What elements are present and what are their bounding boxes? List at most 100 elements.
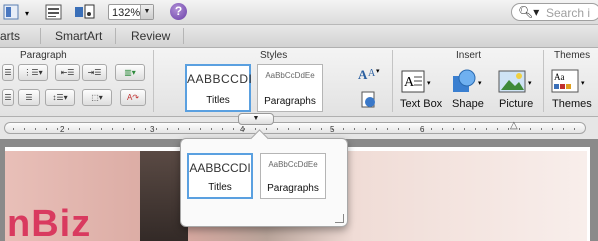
tab-charts[interactable]: arts [0,29,20,43]
style-manager-button[interactable] [360,90,378,110]
ruler-tick [541,128,542,130]
ruler-tick [310,128,311,130]
ruler-tick [24,128,25,130]
align-button[interactable]: ☰ [2,89,14,106]
ruler-tick [178,128,179,130]
ruler-tick [376,128,377,130]
style-paragraphs[interactable]: AaBbCcDdEe Paragraphs [257,64,323,112]
popover-titles-label: Titles [208,182,232,193]
ruler-tick [288,128,289,130]
ruler-tick [431,128,432,130]
tab-review[interactable]: Review [131,29,170,43]
ruler-tick [464,128,465,130]
ruler-tick [508,128,509,130]
horizontal-ruler[interactable]: 2 3 4 5 6 △ [0,117,598,139]
style-titles-preview: AABBCCDI [187,72,253,86]
ruler-tick [134,128,135,130]
popover-paragraphs-label: Paragraphs [267,183,319,194]
ruler-tick [530,128,531,130]
numbering-button[interactable]: ⋮☰▾ [18,64,48,81]
indent-icon: ⇥☰ [87,68,102,77]
ruler-tick [222,128,223,130]
ribbon: Paragraph Styles Insert Themes ☰ ⋮☰▾ ⇤☰ … [0,48,598,117]
ruler-tick [552,128,553,130]
search-icon[interactable]: 🔍︎▾ [518,5,539,19]
popover-style-titles[interactable]: AABBCCDI Titles [187,153,253,199]
borders-button[interactable]: ⬚▾ [82,89,112,106]
ruler-tick [13,128,14,130]
ruler-tick [90,128,91,130]
change-styles-button[interactable]: A A ▾ [357,64,383,84]
ruler-tick [398,128,399,130]
tab-smartart[interactable]: SmartArt [55,29,102,43]
svg-text:A: A [404,75,415,90]
svg-text:▾: ▾ [427,80,431,87]
ruler-tick [299,128,300,130]
bullets-button[interactable]: ☰ [2,64,14,81]
ruler-tick [266,128,267,130]
ruler-tick [167,128,168,130]
popover-titles-preview: AABBCCDI [189,161,251,175]
text-direction-button[interactable]: A↷ [120,89,146,106]
justify-icon: ☰ [25,93,33,102]
style-manager-icon [361,91,375,108]
columns-button[interactable]: ▥▾ [115,64,145,81]
line-spacing-icon: ↕☰▾ [52,93,68,102]
ruler-tick [409,128,410,130]
styles-popover: AABBCCDI Titles AaBbCcDdEe Paragraphs [180,129,348,227]
ruler-tick [123,128,124,130]
tab-divider [40,28,41,44]
text-box-button[interactable]: A ▾ [400,68,434,96]
gallery-button[interactable] [44,3,64,21]
themes-button[interactable]: Aa ▾ [551,68,591,96]
svg-text:▾: ▾ [478,80,482,87]
view-layout-button[interactable]: ▾ [2,3,34,21]
justify-button[interactable]: ☰ [18,89,40,106]
ruler-tick [486,128,487,130]
ruler-tick [332,128,333,130]
ruler-tick [420,128,421,130]
themes-icon: Aa ▾ [551,69,585,93]
zoom-select[interactable]: 132% ▼ [108,4,154,20]
ruler-tick [57,128,58,130]
resize-grip-icon[interactable] [335,214,344,223]
ruler-tick [354,128,355,130]
picture-label: Picture [499,98,534,110]
ribbon-collapse-handle[interactable]: ▼ [238,113,274,125]
right-indent-marker-icon[interactable]: △ [510,120,518,131]
svg-text:▾: ▾ [581,80,585,87]
svg-text:Aa: Aa [554,72,565,82]
media-icon [75,4,95,19]
ruler-tick [200,128,201,130]
borders-icon: ⬚▾ [91,93,103,102]
tab-divider [183,28,184,44]
numbering-icon: ⋮☰▾ [23,68,43,77]
media-button[interactable] [72,3,98,21]
search-field[interactable]: 🔍︎▾ Search i [511,3,598,21]
help-button[interactable]: ? [170,3,187,20]
style-titles[interactable]: AABBCCDI Titles [185,64,253,112]
themes-label: Themes [552,98,592,110]
ruler-tick [35,128,36,130]
ruler-tick [68,128,69,130]
ruler-track[interactable]: 2 3 4 5 6 △ [4,120,586,134]
document-heading-text: nBiz [7,203,92,241]
ruler-tick [453,128,454,130]
ruler-number: 2 [60,125,65,134]
style-paragraphs-preview: AaBbCcDdEe [265,71,315,80]
popover-style-paragraphs[interactable]: AaBbCcDdEe Paragraphs [260,153,326,199]
shape-label: Shape [452,98,484,110]
popover-paragraphs-preview: AaBbCcDdEe [268,160,318,169]
decrease-indent-button[interactable]: ⇤☰ [55,64,80,81]
increase-indent-button[interactable]: ⇥☰ [82,64,107,81]
ruler-tick [321,128,322,130]
ruler-tick [255,128,256,130]
svg-text:▾: ▾ [528,80,532,87]
shape-button[interactable]: ▾ [449,68,485,96]
columns-icon: ▥▾ [124,68,136,77]
line-spacing-button[interactable]: ↕☰▾ [45,89,75,106]
ruler-tick [156,128,157,130]
chevron-down-icon[interactable]: ▼ [140,5,153,19]
ruler-tick [497,128,498,130]
picture-button[interactable]: ▾ [497,68,537,96]
